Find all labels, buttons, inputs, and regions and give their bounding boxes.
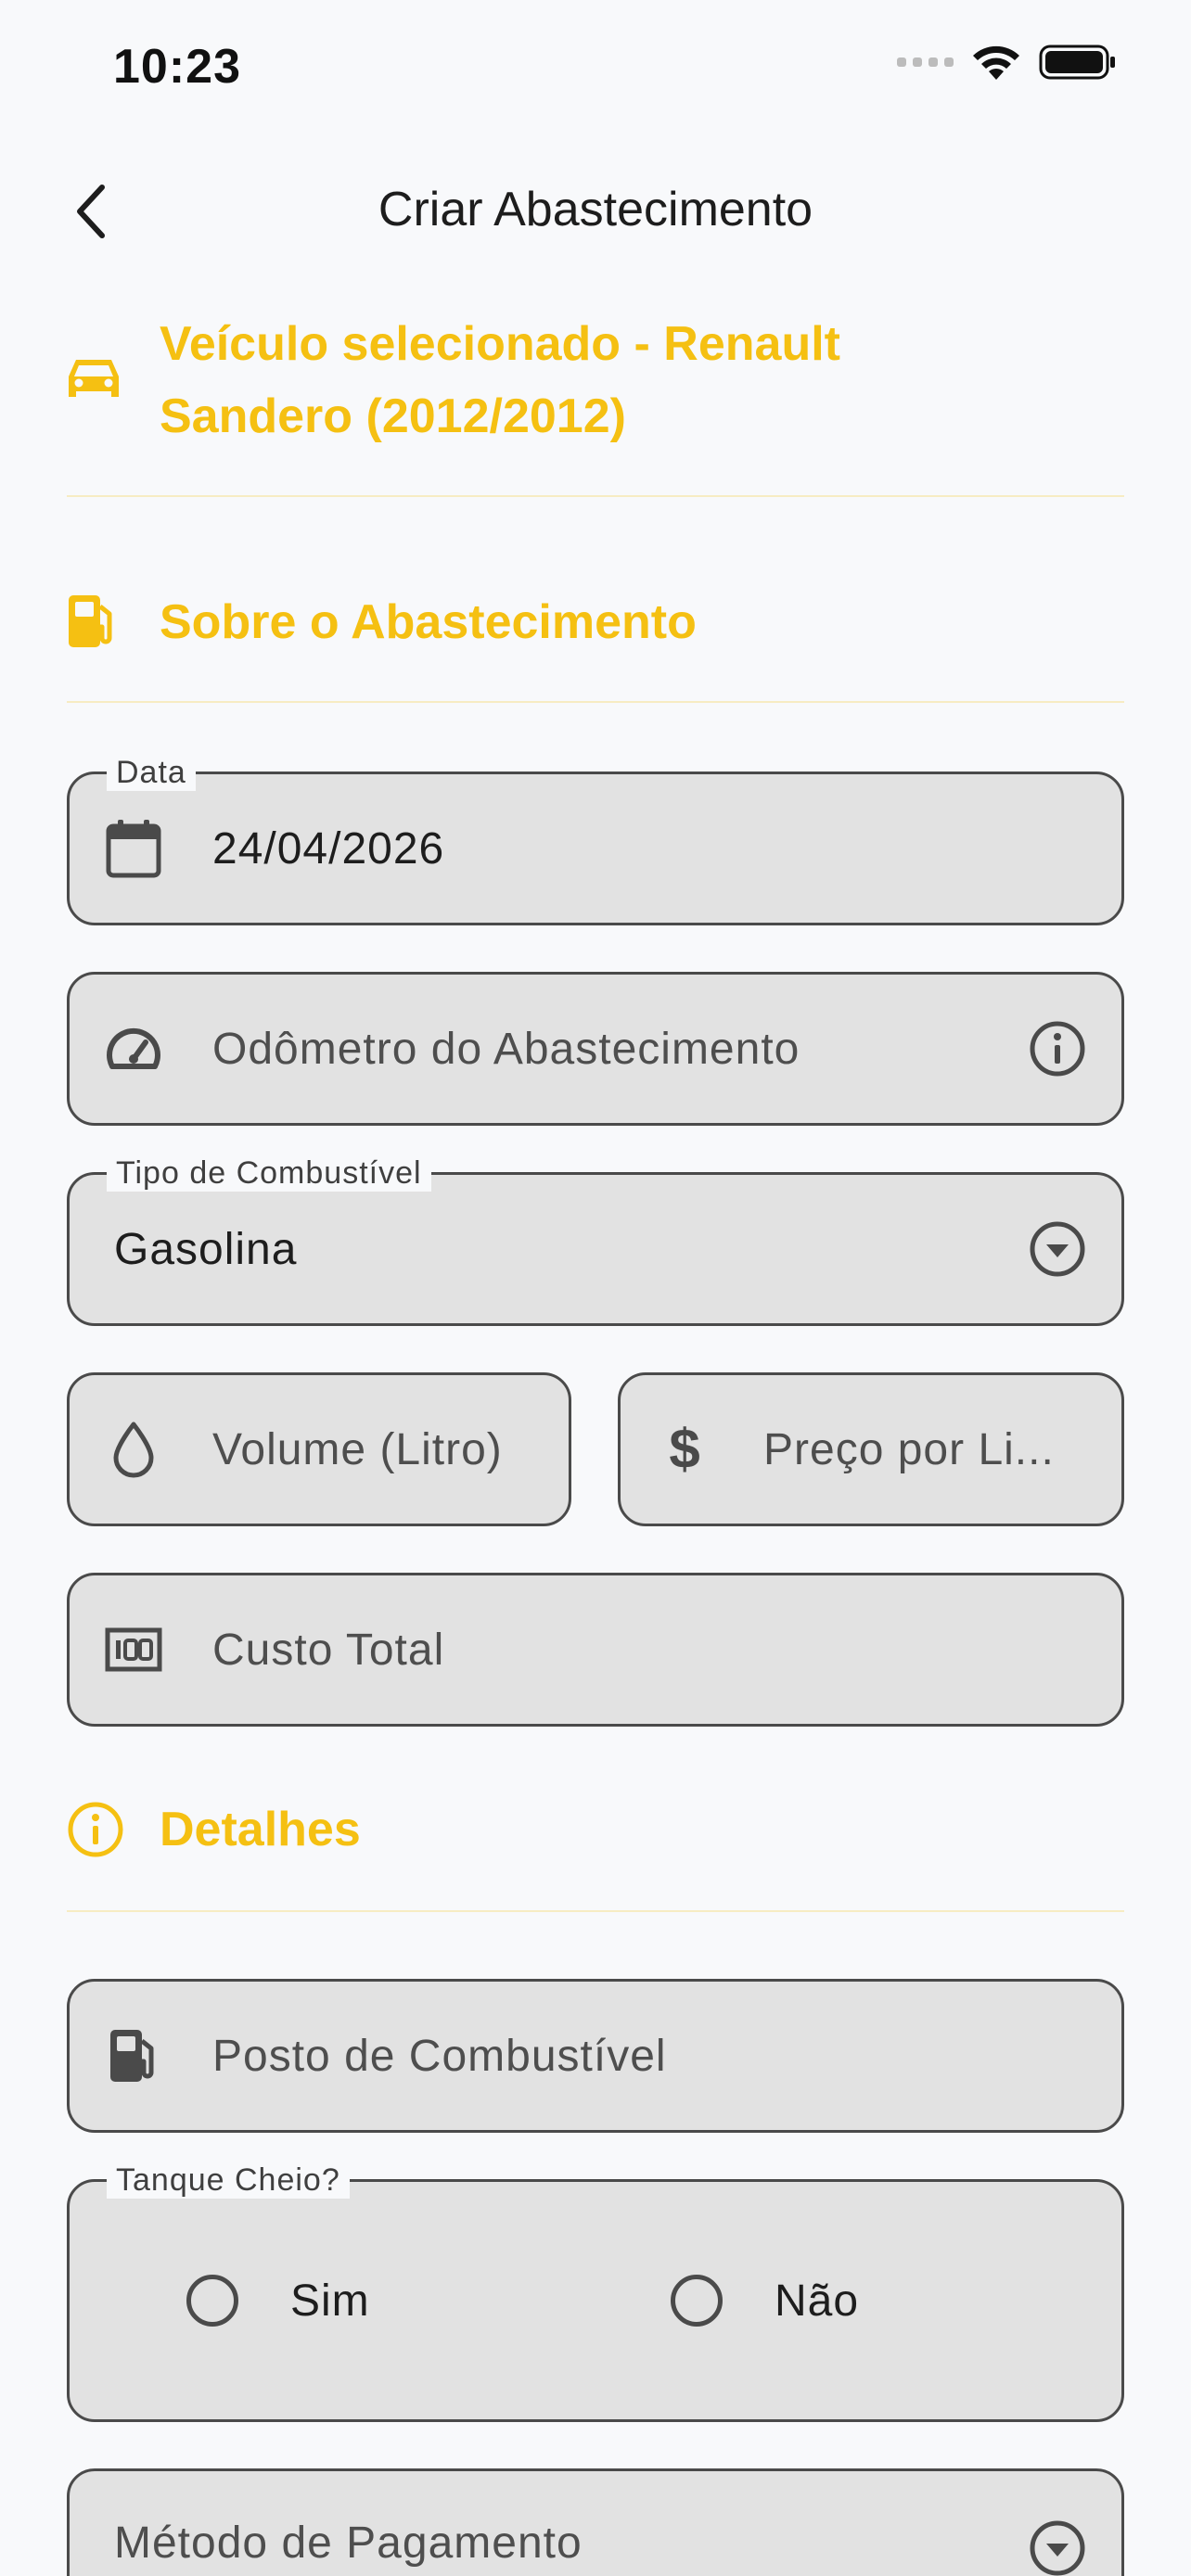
divider (67, 701, 1124, 703)
odometer-field[interactable]: Odômetro do Abastecimento (67, 972, 1124, 1126)
vehicle-selected-section: Veículo selecionado - Renault Sandero (2… (67, 308, 1124, 453)
date-value: 24/04/2026 (212, 823, 445, 874)
radio-option-sim[interactable]: Sim (186, 2275, 370, 2327)
section-details: Detalhes (67, 1793, 1124, 1866)
radio-button[interactable] (186, 2275, 238, 2327)
gas-station-field[interactable]: Posto de Combustível (67, 1979, 1124, 2133)
car-icon (67, 308, 132, 401)
water-drop-icon (103, 1419, 164, 1480)
date-field-label: Data (107, 754, 196, 791)
money-icon (103, 1619, 164, 1680)
full-tank-label: Tanque Cheio? (107, 2162, 350, 2199)
status-icons (897, 43, 1117, 82)
app-header: Criar Abastecimento (0, 158, 1191, 260)
dollar-icon: $ (669, 1418, 700, 1480)
fuel-pump-icon (103, 2025, 164, 2086)
battery-icon (1039, 45, 1115, 80)
section-about-title: Sobre o Abastecimento (160, 595, 697, 649)
speedometer-icon (103, 1018, 164, 1079)
gas-station-placeholder: Posto de Combustível (212, 2031, 667, 2081)
vehicle-selected-text: Veículo selecionado - Renault Sandero (2… (160, 317, 840, 443)
total-cost-field[interactable]: Custo Total (67, 1573, 1124, 1727)
divider (67, 495, 1124, 497)
cellular-signal-icon (897, 57, 954, 67)
screen: 10:23 Criar Abastecimento Veículo seleci… (0, 0, 1191, 2576)
total-cost-placeholder: Custo Total (212, 1625, 445, 1675)
section-details-title: Detalhes (160, 1803, 361, 1856)
radio-label-sim: Sim (290, 2276, 370, 2326)
wifi-icon (973, 45, 1019, 80)
payment-method-select[interactable]: Método de Pagamento (67, 2468, 1124, 2576)
fuel-type-label: Tipo de Combustível (107, 1154, 431, 1192)
odometer-placeholder: Odômetro do Abastecimento (212, 1024, 800, 1074)
fuel-type-select[interactable]: Tipo de Combustível Gasolina (67, 1154, 1124, 1326)
calendar-icon (103, 818, 164, 879)
dropdown-circle-icon (1027, 2518, 1088, 2576)
volume-placeholder: Volume (Litro) (212, 1424, 503, 1474)
info-outline-icon (67, 1793, 132, 1858)
page-title: Criar Abastecimento (378, 183, 813, 236)
info-icon[interactable] (1027, 1018, 1088, 1079)
payment-method-placeholder: Método de Pagamento (114, 2519, 583, 2568)
status-bar: 10:23 (0, 0, 1191, 139)
fuel-pump-icon (67, 586, 132, 649)
radio-button[interactable] (671, 2275, 723, 2327)
price-placeholder: Preço por Li... (763, 1424, 1055, 1474)
divider (67, 1910, 1124, 1912)
dropdown-circle-icon (1027, 1218, 1088, 1280)
full-tank-radio-group: Tanque Cheio? Sim Não (67, 2162, 1124, 2422)
date-field[interactable]: Data 24/04/2026 (67, 754, 1124, 925)
section-about-refuel: Sobre o Abastecimento (67, 586, 1124, 658)
radio-label-nao: Não (775, 2276, 860, 2326)
fuel-type-value: Gasolina (114, 1224, 298, 1274)
volume-field[interactable]: Volume (Litro) (67, 1372, 571, 1526)
price-per-liter-field[interactable]: $ Preço por Li... (618, 1372, 1124, 1526)
status-time: 10:23 (113, 40, 241, 94)
radio-option-nao[interactable]: Não (671, 2275, 859, 2327)
